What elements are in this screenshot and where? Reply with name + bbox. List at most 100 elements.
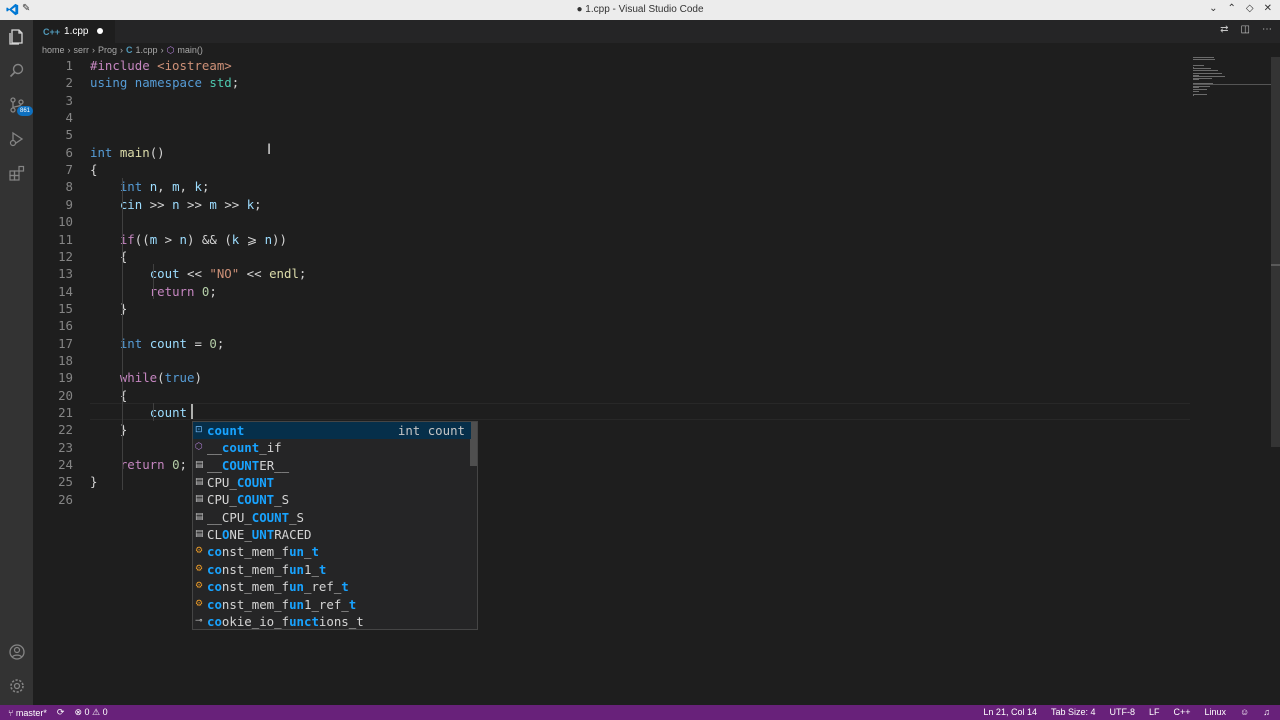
class-icon: ⚙ (195, 546, 204, 557)
search-icon[interactable] (0, 54, 33, 88)
suggest-item[interactable]: ▤ __CPU_COUNT_S (193, 509, 471, 526)
window-title: ● 1.cpp - Visual Studio Code (576, 4, 704, 15)
minimap-line (1193, 95, 1195, 97)
tab-label: 1.cpp (64, 26, 89, 37)
open-changes-icon[interactable]: ⇄ (1220, 24, 1228, 35)
constant-icon: ▤ (195, 477, 204, 488)
line-number: 2 (65, 75, 73, 91)
suggest-item[interactable]: ⚙ const_mem_fun1_ref_t (193, 596, 471, 613)
line-number: 22 (58, 422, 73, 438)
minimize-icon[interactable]: ⌄ (1209, 3, 1217, 14)
code-line: int n, m, k; (119, 179, 210, 195)
tab-1cpp[interactable]: C++ 1.cpp (33, 20, 115, 43)
explorer-icon[interactable] (0, 20, 33, 54)
warning-icon: ⚠ (92, 707, 103, 717)
tab-size[interactable]: Tab Size: 4 (1051, 707, 1096, 717)
class-icon: ⚙ (195, 581, 204, 592)
cursor-position[interactable]: Ln 21, Col 14 (983, 707, 1037, 717)
extensions-icon[interactable] (0, 156, 33, 190)
platform[interactable]: Linux (1205, 707, 1227, 717)
source-control-icon[interactable]: 861 (0, 88, 34, 122)
feedback-icon[interactable]: ☺ (1240, 707, 1249, 717)
suggest-item[interactable]: ▤ CPU_COUNT_S (193, 491, 471, 508)
code-line: return 0; (119, 457, 187, 473)
line-number: 26 (58, 491, 73, 507)
suggest-label: CLONE_UNTRACED (207, 527, 312, 543)
suggest-label: const_mem_fun1_t (207, 561, 327, 577)
split-editor-icon[interactable]: ◫ (1241, 24, 1250, 35)
tab-bar: C++ 1.cpp ⇄ ◫ ⋯ (33, 20, 1280, 43)
code-line: if((m > n) && (k ⩾ n)) (119, 231, 287, 247)
account-icon[interactable] (0, 635, 33, 669)
maximize-icon[interactable]: ⌃ (1228, 3, 1236, 14)
suggest-label: __CPU_COUNT_S (207, 509, 304, 525)
suggest-scrollbar[interactable] (470, 422, 477, 466)
indent-guide (153, 264, 154, 299)
suggest-label: __COUNTER__ (207, 457, 290, 473)
language-mode[interactable]: C++ (1174, 707, 1191, 717)
suggest-item[interactable]: ⊸ cookie_io_functions_t (193, 613, 471, 630)
breadcrumb-item[interactable]: Prog (98, 45, 117, 55)
branch-status[interactable]: ⑂ master* (8, 708, 47, 718)
chevron-right-icon: › (92, 45, 96, 55)
unsaved-dot-icon[interactable] (97, 28, 103, 34)
suggest-label: count (207, 423, 245, 438)
suggest-item[interactable]: ⬡ __count_if (193, 439, 471, 456)
suggest-label: const_mem_fun1_ref_t (207, 596, 357, 612)
status-bar: ⑂ master* ⟳ ⊗ 0 ⚠ 0 Ln 21, Col 14 Tab Si… (0, 705, 1280, 720)
sync-icon[interactable]: ⟳ (57, 707, 65, 718)
settings-gear-icon[interactable] (0, 669, 33, 703)
line-number: 25 (58, 474, 73, 490)
restore-icon[interactable]: ◇ (1246, 3, 1254, 14)
code-line: cin >> n >> m >> k; (119, 196, 262, 212)
suggest-widget[interactable]: ⊡ count int count ⬡ __count_if ▤ __COUNTER__ ▤ C… (192, 421, 478, 630)
breadcrumb-item[interactable]: serr (74, 45, 90, 55)
run-debug-icon[interactable] (0, 122, 33, 156)
line-number: 20 (58, 387, 73, 403)
line-number: 5 (65, 127, 73, 143)
indent-guide (122, 178, 123, 490)
line-number: 9 (65, 196, 73, 212)
minimap-slider[interactable] (1193, 84, 1271, 85)
breadcrumb-item[interactable]: home (42, 45, 65, 55)
constant-icon: ▤ (195, 529, 204, 540)
line-number: 15 (58, 300, 73, 316)
encoding[interactable]: UTF-8 (1110, 707, 1136, 717)
constant-icon: ▤ (195, 459, 204, 470)
problems-status[interactable]: ⊗ 0 ⚠ 0 (74, 707, 107, 718)
vertical-scrollbar[interactable] (1271, 57, 1280, 447)
method-icon: ⬡ (166, 44, 175, 55)
current-line-highlight (90, 403, 1190, 421)
suggest-item[interactable]: ▤ __COUNTER__ (193, 457, 471, 474)
suggest-item[interactable]: ▤ CPU_COUNT (193, 474, 471, 491)
activity-bar: 861 (0, 20, 34, 705)
close-icon[interactable]: ✕ (1264, 3, 1272, 14)
cpp-file-icon: C++ (43, 26, 61, 37)
line-number: 16 (58, 318, 73, 334)
line-number: 1 (65, 58, 73, 73)
text-cursor (191, 404, 193, 419)
suggest-item[interactable]: ⚙ const_mem_fun_t (193, 543, 471, 560)
breadcrumb-item[interactable]: 1.cpp (136, 45, 158, 55)
indent-guide (153, 403, 154, 421)
more-actions-icon[interactable]: ⋯ (1262, 24, 1272, 35)
suggest-item[interactable]: ⊡ count int count (193, 422, 471, 440)
suggest-item[interactable]: ⚙ const_mem_fun_ref_t (193, 578, 471, 595)
minimap[interactable] (1193, 57, 1273, 97)
line-number: 23 (58, 439, 73, 455)
minimap-line (1193, 93, 1208, 95)
line-ending[interactable]: LF (1149, 707, 1160, 717)
line-number: 12 (58, 248, 73, 264)
breadcrumb-item[interactable]: main() (177, 45, 203, 55)
suggest-item[interactable]: ⚙ const_mem_fun1_t (193, 561, 471, 578)
line-number: 6 (65, 144, 73, 160)
suggest-item[interactable]: ▤ CLONE_UNTRACED (193, 526, 471, 543)
error-icon: ⊗ (74, 707, 85, 717)
branch-icon: ⑂ (8, 707, 16, 718)
notifications-bell-icon[interactable]: ♫ (1263, 707, 1270, 717)
code-line: count (149, 405, 187, 420)
line-number: 13 (58, 266, 73, 282)
suggest-label: cookie_io_functions_t (207, 613, 364, 629)
line-number: 8 (65, 179, 73, 195)
line-number: 21 (58, 405, 73, 420)
